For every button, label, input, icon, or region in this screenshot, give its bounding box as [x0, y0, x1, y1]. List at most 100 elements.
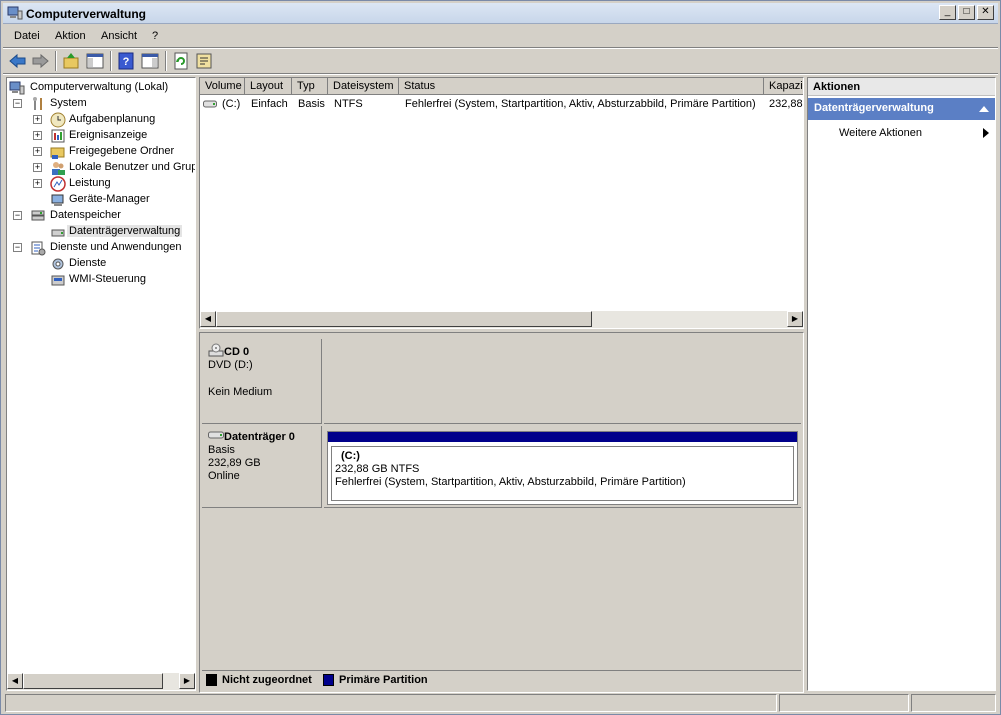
- scroll-right-arrow-icon[interactable]: ▶: [787, 311, 803, 327]
- tree-label: Dienste und Anwendungen: [50, 241, 182, 253]
- minimize-button[interactable]: _: [939, 5, 956, 20]
- legend-swatch-primary: [323, 674, 334, 686]
- show-hide-console-tree-icon[interactable]: [85, 51, 105, 71]
- partition-status: Fehlerfrei (System, Startpartition, Akti…: [335, 476, 686, 488]
- toolbar-separator: [110, 51, 112, 71]
- disk-area-disk0: (C:) 232,88 GB NTFS Fehlerfrei (System, …: [324, 426, 801, 508]
- scroll-right-arrow-icon[interactable]: ▶: [179, 673, 195, 689]
- cd0-type: DVD (D:): [208, 359, 253, 371]
- scroll-left-arrow-icon[interactable]: ◀: [200, 311, 216, 327]
- close-button[interactable]: ✕: [977, 5, 994, 20]
- up-folder-icon[interactable]: [61, 51, 81, 71]
- disk0-type: Basis: [208, 444, 235, 456]
- column-header-layout[interactable]: Layout: [245, 78, 292, 95]
- disk-label-cd0[interactable]: CD 0 DVD (D:) Kein Medium: [202, 339, 322, 424]
- forward-arrow-icon[interactable]: [30, 51, 50, 71]
- scroll-left-arrow-icon[interactable]: ◀: [7, 673, 23, 689]
- volume-list: Volume Layout Typ Dateisystem Status Kap…: [199, 77, 804, 329]
- legend-label-primary: Primäre Partition: [339, 674, 428, 686]
- clock-icon: [50, 112, 66, 128]
- tree-horizontal-scrollbar[interactable]: ◀ ▶: [7, 673, 195, 690]
- services-gear-icon: [52, 258, 64, 270]
- device-manager-icon: [51, 194, 64, 206]
- performance-icon: [50, 176, 66, 192]
- toolbar-separator: [165, 51, 167, 71]
- actions-section-datentraegerverwaltung[interactable]: Datenträgerverwaltung: [808, 98, 995, 120]
- disk0-status: Online: [208, 470, 240, 482]
- collapse-icon[interactable]: −: [13, 99, 22, 108]
- status-cell-3: [911, 694, 996, 712]
- computer-management-icon: [7, 6, 23, 20]
- action-label: Weitere Aktionen: [839, 127, 922, 139]
- computer-management-icon: [9, 81, 25, 95]
- list-horizontal-scrollbar[interactable]: ◀ ▶: [200, 311, 803, 328]
- hard-disk-icon: [208, 431, 224, 439]
- tree-label: Ereignisanzeige: [69, 129, 148, 141]
- tree-label: Leistung: [69, 177, 111, 189]
- submenu-arrow-icon[interactable]: [983, 128, 989, 138]
- tree-label: Freigegebene Ordner: [69, 145, 175, 157]
- partition-label: (C:): [341, 450, 360, 462]
- disk-label-disk0[interactable]: Datenträger 0 Basis 232,89 GB Online: [202, 426, 322, 508]
- menu-aktion[interactable]: Aktion: [55, 30, 86, 42]
- column-header-typ[interactable]: Typ: [292, 78, 328, 95]
- toolbar-separator: [55, 51, 57, 71]
- cell-status: Fehlerfrei (System, Startpartition, Akti…: [405, 98, 756, 110]
- actions-pane: Aktionen Datenträgerverwaltung Weitere A…: [807, 77, 996, 691]
- svg-text:?: ?: [123, 56, 130, 68]
- partition-c[interactable]: (C:) 232,88 GB NTFS Fehlerfrei (System, …: [327, 431, 798, 505]
- actions-section-label: Datenträgerverwaltung: [814, 102, 934, 114]
- tree-label: Lokale Benutzer und Grupp: [69, 161, 196, 173]
- title-bar: Computerverwaltung _ □ ✕: [3, 3, 998, 24]
- expand-icon[interactable]: +: [33, 115, 42, 124]
- cell-kapazitaet: 232,88: [769, 98, 803, 110]
- tree-label: WMI-Steuerung: [69, 273, 147, 285]
- scroll-thumb[interactable]: [23, 673, 163, 689]
- menu-bar: Datei Aktion Ansicht ?: [3, 26, 998, 47]
- back-arrow-icon[interactable]: [8, 51, 28, 71]
- help-icon[interactable]: ?: [116, 51, 136, 71]
- tree-label: Geräte-Manager: [69, 193, 150, 205]
- action-weitere-aktionen[interactable]: Weitere Aktionen: [839, 127, 922, 139]
- expand-icon[interactable]: +: [33, 179, 42, 188]
- system-tools-icon: [33, 97, 42, 110]
- show-hide-action-pane-icon[interactable]: [140, 51, 160, 71]
- collapse-icon[interactable]: −: [13, 243, 22, 252]
- disk-management-icon: [51, 229, 65, 237]
- legend-label-unallocated: Nicht zugeordnet: [222, 674, 312, 686]
- disk-area-cd0[interactable]: [324, 339, 801, 424]
- column-header-status[interactable]: Status: [399, 78, 764, 95]
- status-cell-2: [779, 694, 909, 712]
- partition-body: (C:) 232,88 GB NTFS Fehlerfrei (System, …: [331, 446, 794, 501]
- collapse-icon[interactable]: −: [13, 211, 22, 220]
- storage-icon: [31, 210, 45, 221]
- cd0-status: Kein Medium: [208, 386, 273, 398]
- column-header-kapazitaet[interactable]: Kapazi: [764, 78, 803, 95]
- column-header-dateisystem[interactable]: Dateisystem: [328, 78, 399, 95]
- window-title: Computerverwaltung: [26, 7, 147, 21]
- cell-layout: Einfach: [251, 98, 288, 110]
- menu-ansicht[interactable]: Ansicht: [101, 30, 137, 42]
- expand-icon[interactable]: +: [33, 131, 42, 140]
- scroll-thumb[interactable]: [216, 311, 592, 327]
- tree-label-selected: Datenträgerverwaltung: [67, 225, 183, 237]
- disk0-name: Datenträger 0: [224, 431, 295, 443]
- expand-icon[interactable]: +: [33, 163, 42, 172]
- shared-folder-icon: [50, 147, 65, 159]
- status-bar: [3, 693, 998, 713]
- cd0-name: CD 0: [224, 346, 250, 358]
- maximize-button[interactable]: □: [958, 5, 975, 20]
- disk-graphical-view: CD 0 DVD (D:) Kein Medium Datenträger 0 …: [199, 332, 804, 693]
- primary-partition-bar: [328, 432, 797, 442]
- partition-size-fs: 232,88 GB NTFS: [335, 463, 420, 475]
- column-header-volume[interactable]: Volume: [200, 78, 245, 95]
- properties-icon[interactable]: [194, 51, 214, 71]
- menu-help[interactable]: ?: [152, 30, 158, 42]
- refresh-icon[interactable]: [171, 51, 191, 71]
- drive-icon: [203, 100, 217, 108]
- wmi-control-icon: [51, 275, 65, 286]
- menu-datei[interactable]: Datei: [14, 30, 40, 42]
- collapse-up-icon[interactable]: [979, 105, 989, 113]
- legend-swatch-unallocated: [206, 674, 217, 686]
- expand-icon[interactable]: +: [33, 147, 42, 156]
